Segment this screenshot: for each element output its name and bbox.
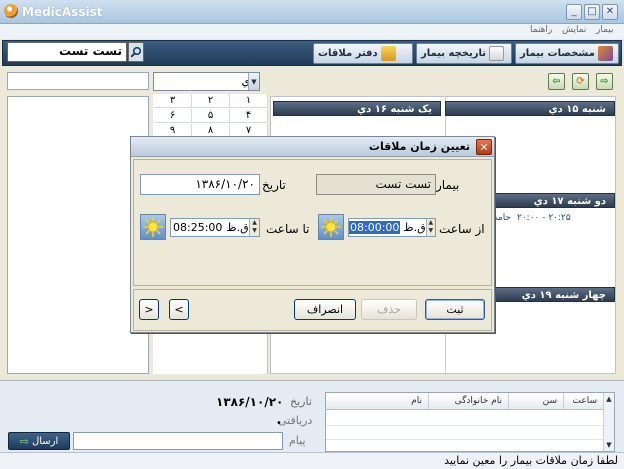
app-icon — [4, 4, 18, 18]
table-scrollbar[interactable]: ▲ ▼ — [603, 393, 614, 451]
column-header-time[interactable]: ساعت — [564, 393, 604, 410]
bullet-icon: • — [276, 418, 282, 429]
status-bar: لطفا زمان ملاقات بیمار را معین نمایید — [0, 452, 624, 469]
send-label: ارسال — [31, 435, 59, 447]
next-button[interactable]: > — [139, 299, 159, 320]
patient-info-label: مشخصات بیمار — [520, 48, 595, 59]
today-button[interactable]: ⟳ — [572, 73, 589, 90]
delete-button[interactable]: حذف — [361, 299, 417, 320]
message-label: پیام — [289, 434, 306, 447]
patient-field: تست تست — [316, 174, 436, 195]
close-icon: ✕ — [479, 140, 489, 154]
date-label: تاریخ — [262, 178, 286, 192]
row-line — [326, 439, 604, 440]
patient-history-button[interactable]: تاریخچه بیمار — [416, 43, 512, 64]
calendar-day[interactable]: ۳ — [154, 94, 192, 108]
date-field[interactable]: ۱۳۸۶/۱۰/۲۰ — [140, 174, 260, 195]
patients-icon — [597, 46, 613, 61]
to-ampm: ق.ظ — [226, 221, 249, 234]
calendar-day[interactable]: ۶ — [154, 109, 192, 123]
mini-calendar: ۱ ۲ ۳ ۴ ۵ ۶ ۷ ۸ ۹ — [153, 94, 268, 138]
search-button[interactable] — [128, 42, 144, 62]
search-input[interactable]: تست تست — [7, 42, 127, 62]
column-header-name[interactable]: نام — [326, 393, 429, 410]
main-window: MedicAssist _ □ ✕ بیمار نمایش راهنما مشخ… — [0, 0, 624, 469]
minimize-button[interactable]: _ — [566, 4, 582, 20]
column-header-lastname[interactable]: نام خانوادگی — [429, 393, 509, 410]
from-time-value: 08:00:00 — [349, 221, 401, 234]
day-header[interactable]: يک شنبه ۱۶ دي — [273, 101, 441, 116]
appointment-dialog: تعیین زمان ملاقات ✕ بیمار تست تست تاریخ … — [130, 136, 495, 333]
dialog-title: تعیین زمان ملاقات — [131, 137, 494, 157]
chevron-down-icon[interactable]: ▼ — [248, 73, 259, 90]
calendar-day[interactable]: ۱ — [230, 94, 268, 108]
arrow-right-icon: ⇨ — [19, 434, 29, 448]
appointment-book-label: دفتر ملاقات — [318, 48, 378, 59]
calendar-day[interactable]: ۴ — [230, 109, 268, 123]
close-button[interactable]: ✕ — [602, 4, 618, 20]
month-select[interactable]: دي — [153, 72, 260, 91]
day-header[interactable]: شنبه ۱۵ دي — [445, 101, 615, 116]
dialog-close-button[interactable]: ✕ — [476, 139, 492, 155]
window-title: MedicAssist — [22, 5, 103, 19]
maximize-button[interactable]: □ — [584, 4, 600, 20]
menu-bar: بیمار نمایش راهنما — [0, 24, 624, 39]
appointment-book-button[interactable]: دفتر ملاقات — [313, 43, 413, 64]
from-ampm: ق.ظ — [403, 221, 426, 234]
scroll-up-icon[interactable]: ▲ — [604, 394, 614, 404]
column-header-age[interactable]: سن — [509, 393, 564, 410]
next-week-button[interactable]: ⇨ — [596, 73, 613, 90]
submit-button[interactable]: ثبت — [425, 299, 485, 320]
row-line — [326, 425, 604, 426]
patient-label: بیمار — [436, 178, 460, 192]
sun-icon[interactable] — [140, 214, 166, 240]
to-time-spinner[interactable]: ▲ ▼ — [249, 219, 259, 236]
date-label: تاریخ — [290, 395, 312, 408]
appointments-table[interactable]: ساعت سن نام خانوادگی نام ▲ ▼ — [325, 392, 615, 452]
prev-button[interactable]: < — [169, 299, 189, 320]
left-list-panel[interactable] — [7, 96, 149, 374]
appointment-time[interactable]: ۲۰:۰۰ - ۲۰:۲۵ — [517, 213, 571, 223]
arrow-left-icon: ⇦ — [552, 76, 561, 87]
dialog-footer: > < انصراف حذف ثبت — [133, 289, 492, 331]
sun-icon[interactable] — [318, 214, 344, 240]
received-label: دریافتی — [278, 414, 313, 427]
date-value: ۱۳۸۶/۱۰/۲۰ — [216, 395, 284, 409]
cancel-button[interactable]: انصراف — [294, 299, 356, 320]
refresh-icon: ⟳ — [576, 76, 585, 87]
to-time-input[interactable]: 08:25:00 ق.ظ ▲ ▼ — [170, 218, 260, 237]
from-time-input[interactable]: 08:00:00 ق.ظ ▲ ▼ — [348, 218, 436, 237]
notebook-icon — [380, 46, 396, 61]
scroll-down-icon[interactable]: ▼ — [604, 440, 614, 450]
search-icon — [130, 46, 142, 58]
arrow-right-icon: ⇨ — [600, 76, 609, 87]
from-time-spinner[interactable]: ▲ ▼ — [425, 219, 435, 236]
calendar-day[interactable]: ۲ — [192, 94, 230, 108]
patient-info-button[interactable]: مشخصات بیمار — [515, 43, 619, 64]
to-time-label: تا ساعت — [266, 222, 310, 236]
menu-patient[interactable]: بیمار — [596, 25, 614, 35]
prev-week-button[interactable]: ⇦ — [548, 73, 565, 90]
calendar-day[interactable]: ۵ — [192, 109, 230, 123]
from-time-label: از ساعت — [439, 222, 485, 236]
send-button[interactable]: ارسال ⇨ — [8, 432, 70, 450]
dialog-form: بیمار تست تست تاریخ ۱۳۸۶/۱۰/۲۰ از ساعت 0… — [133, 159, 492, 286]
left-filter-box[interactable] — [7, 72, 149, 90]
menu-help[interactable]: راهنما — [530, 25, 552, 35]
message-input[interactable] — [73, 432, 283, 450]
calendar-icon — [489, 46, 505, 61]
title-bar: MedicAssist _ □ ✕ — [0, 0, 624, 24]
to-time-value: 08:25:00 — [173, 221, 223, 234]
menu-view[interactable]: نمایش — [562, 25, 586, 35]
patient-history-label: تاریخچه بیمار — [421, 48, 487, 59]
